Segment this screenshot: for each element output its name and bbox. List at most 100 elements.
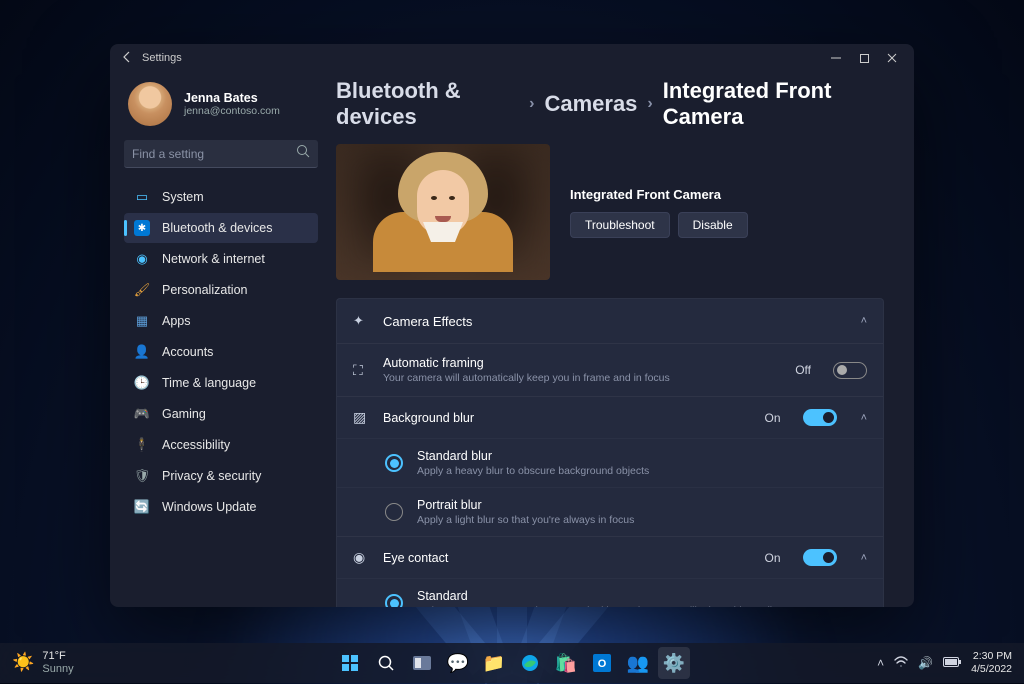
portrait-blur-radio[interactable] xyxy=(385,503,403,521)
wifi-icon: ◉ xyxy=(134,251,150,267)
search-input[interactable] xyxy=(132,147,296,161)
start-button[interactable] xyxy=(334,647,366,679)
camera-effects-header[interactable]: ✦ Camera Effects ˄ xyxy=(337,299,883,343)
system-icon: ▭ xyxy=(134,189,150,205)
eye-expand[interactable]: ˄ xyxy=(861,552,867,564)
clock-icon: 🕒 xyxy=(134,375,150,391)
portrait-blur-desc: Apply a light blur so that you're always… xyxy=(417,514,634,526)
breadcrumb-bluetooth[interactable]: Bluetooth & devices xyxy=(336,78,519,130)
nav-accounts[interactable]: 👤Accounts xyxy=(124,337,318,367)
weather-cond: Sunny xyxy=(42,663,73,676)
taskbar-apps: 💬 📁 🛍️ O 👥 ⚙️ xyxy=(334,647,690,679)
accessibility-icon: 🕴 xyxy=(134,437,150,453)
profile-name: Jenna Bates xyxy=(184,91,280,105)
weather-temp: 71°F xyxy=(42,650,73,663)
weather-widget[interactable]: ☀️ 71°F Sunny xyxy=(12,650,74,676)
clock-time: 2:30 PM xyxy=(971,650,1012,663)
tray-battery-icon[interactable] xyxy=(943,656,961,670)
nav-apps[interactable]: ▦Apps xyxy=(124,306,318,336)
eye-state: On xyxy=(765,551,781,565)
sun-icon: ☀️ xyxy=(12,652,34,674)
eye-standard-title: Standard xyxy=(417,589,772,603)
tray-volume-icon[interactable]: 🔊 xyxy=(918,656,933,670)
brush-icon: 🖌 xyxy=(134,282,150,298)
outlook-icon[interactable]: O xyxy=(586,647,618,679)
sidebar: Jenna Bates jenna@contoso.com ▭System ✱B… xyxy=(110,72,326,607)
framing-icon: ⛶ xyxy=(353,362,369,379)
blur-state: On xyxy=(765,411,781,425)
system-tray: ˄ 🔊 2:30 PM 4/5/2022 xyxy=(877,650,1012,676)
profile-email: jenna@contoso.com xyxy=(184,105,280,117)
standard-blur-title: Standard blur xyxy=(417,449,649,463)
eye-title: Eye contact xyxy=(383,551,751,565)
blur-icon: ▨ xyxy=(353,409,369,426)
chevron-up-icon: ˄ xyxy=(861,315,867,327)
nav-privacy[interactable]: 🛡Privacy & security xyxy=(124,461,318,491)
eye-toggle[interactable] xyxy=(803,549,837,566)
eye-standard-radio[interactable] xyxy=(385,594,403,607)
clock[interactable]: 2:30 PM 4/5/2022 xyxy=(971,650,1012,676)
minimize-button[interactable] xyxy=(822,48,850,68)
settings-taskbar-icon[interactable]: ⚙️ xyxy=(658,647,690,679)
breadcrumb-cameras[interactable]: Cameras xyxy=(544,91,637,117)
back-button[interactable] xyxy=(122,51,142,66)
search-icon xyxy=(296,144,310,163)
nav-network[interactable]: ◉Network & internet xyxy=(124,244,318,274)
breadcrumb-current: Integrated Front Camera xyxy=(663,78,884,130)
standard-blur-row[interactable]: Standard blur Apply a heavy blur to obsc… xyxy=(337,438,883,487)
tray-chevron-icon[interactable]: ˄ xyxy=(877,656,884,670)
titlebar: Settings xyxy=(110,44,914,72)
clock-date: 4/5/2022 xyxy=(971,663,1012,676)
search-box[interactable] xyxy=(124,140,318,168)
bluetooth-icon: ✱ xyxy=(134,220,150,236)
nav-gaming[interactable]: 🎮Gaming xyxy=(124,399,318,429)
sparkle-icon: ✦ xyxy=(353,313,369,329)
window-title: Settings xyxy=(142,52,822,64)
framing-title: Automatic framing xyxy=(383,356,781,370)
main-content: Bluetooth & devices › Cameras › Integrat… xyxy=(326,72,914,607)
nav-time[interactable]: 🕒Time & language xyxy=(124,368,318,398)
maximize-button[interactable] xyxy=(850,48,878,68)
profile[interactable]: Jenna Bates jenna@contoso.com xyxy=(124,76,318,140)
camera-name: Integrated Front Camera xyxy=(570,187,748,202)
framing-toggle[interactable] xyxy=(833,362,867,379)
avatar xyxy=(128,82,172,126)
blur-title: Background blur xyxy=(383,411,751,425)
nav-system[interactable]: ▭System xyxy=(124,182,318,212)
nav-accessibility[interactable]: 🕴Accessibility xyxy=(124,430,318,460)
person-icon: 👤 xyxy=(134,344,150,360)
standard-blur-radio[interactable] xyxy=(385,454,403,472)
edge-icon[interactable] xyxy=(514,647,546,679)
svg-text:O: O xyxy=(598,658,607,670)
settings-window: Settings Jenna Bates jenna@contoso.com xyxy=(110,44,914,607)
nav-bluetooth[interactable]: ✱Bluetooth & devices xyxy=(124,213,318,243)
automatic-framing-row: ⛶ Automatic framing Your camera will aut… xyxy=(337,343,883,396)
close-button[interactable] xyxy=(878,48,906,68)
portrait-blur-row[interactable]: Portrait blur Apply a light blur so that… xyxy=(337,487,883,536)
chevron-right-icon: › xyxy=(647,95,652,113)
gaming-icon: 🎮 xyxy=(134,406,150,422)
standard-blur-desc: Apply a heavy blur to obscure background… xyxy=(417,465,649,477)
camera-preview xyxy=(336,144,550,280)
chevron-right-icon: › xyxy=(529,95,534,113)
nav: ▭System ✱Bluetooth & devices ◉Network & … xyxy=(124,182,318,522)
blur-expand[interactable]: ˄ xyxy=(861,412,867,424)
troubleshoot-button[interactable]: Troubleshoot xyxy=(570,212,670,238)
store-icon[interactable]: 🛍️ xyxy=(550,647,582,679)
chat-icon[interactable]: 💬 xyxy=(442,647,474,679)
nav-personalization[interactable]: 🖌Personalization xyxy=(124,275,318,305)
framing-state: Off xyxy=(795,363,811,377)
breadcrumb: Bluetooth & devices › Cameras › Integrat… xyxy=(336,78,884,130)
eye-standard-row[interactable]: Standard Make eye contact even when you'… xyxy=(337,578,883,607)
background-blur-row: ▨ Background blur On ˄ xyxy=(337,396,883,438)
eye-standard-desc: Make eye contact even when you're lookin… xyxy=(417,605,772,607)
explorer-icon[interactable]: 📁 xyxy=(478,647,510,679)
blur-toggle[interactable] xyxy=(803,409,837,426)
teams-icon[interactable]: 👥 xyxy=(622,647,654,679)
disable-button[interactable]: Disable xyxy=(678,212,748,238)
tray-wifi-icon[interactable] xyxy=(894,656,908,671)
taskbar-search[interactable] xyxy=(370,647,402,679)
portrait-blur-title: Portrait blur xyxy=(417,498,634,512)
nav-update[interactable]: 🔄Windows Update xyxy=(124,492,318,522)
task-view[interactable] xyxy=(406,647,438,679)
